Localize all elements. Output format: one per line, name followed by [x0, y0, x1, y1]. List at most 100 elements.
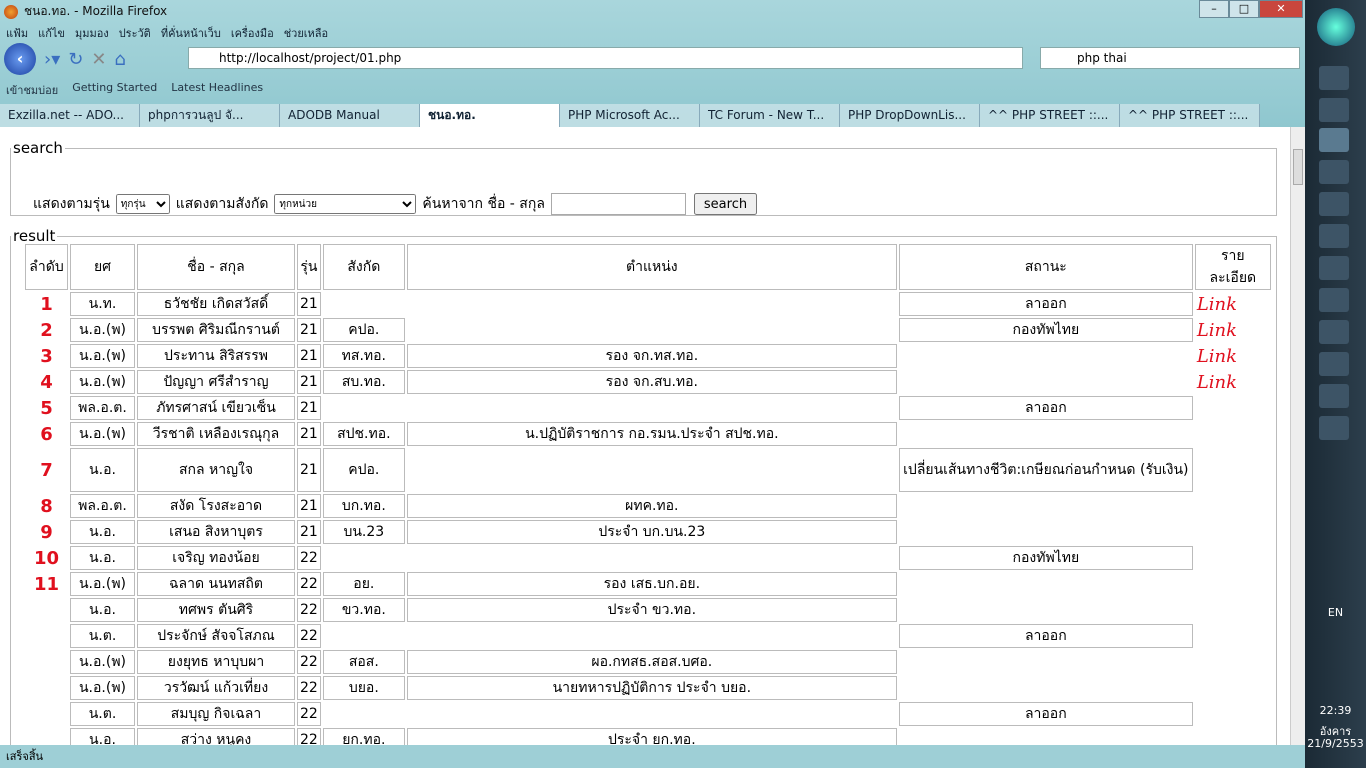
status-bar: เสร็จสิ้น: [0, 745, 1305, 768]
detail-link: [1195, 448, 1271, 492]
cell-cls: 21: [297, 318, 321, 342]
cell-cls: 21: [297, 448, 321, 492]
class-select[interactable]: ทุกรุ่น: [115, 194, 170, 214]
browser-tab[interactable]: ^^ PHP STREET ::...: [980, 104, 1120, 127]
menu-item[interactable]: เครื่องมือ: [231, 24, 274, 42]
reload-icon[interactable]: ↻: [68, 49, 83, 70]
cell-cls: 22: [297, 624, 321, 648]
bookmark-item[interactable]: เข้าชมบ่อย: [6, 81, 58, 99]
cell-unit: [323, 396, 405, 420]
cell-name: ฉลาด นนทสถิต: [137, 572, 295, 596]
cell-status: [899, 728, 1193, 745]
name-search-input[interactable]: [550, 193, 686, 215]
app-icon[interactable]: [1319, 416, 1349, 440]
cell-pos: รอง จก.ทส.ทอ.: [406, 344, 897, 368]
cell-rank: น.อ.(พ): [70, 370, 135, 394]
language-indicator[interactable]: EN: [1305, 606, 1366, 619]
detail-link[interactable]: Link: [1195, 344, 1271, 368]
detail-link: [1195, 546, 1271, 570]
cell-rank: น.อ.(พ): [70, 676, 135, 700]
detail-link: [1195, 624, 1271, 648]
app-icon[interactable]: [1319, 384, 1349, 408]
browser-tab[interactable]: PHP DropDownLis...: [840, 104, 980, 127]
close-button[interactable]: ✕: [1259, 0, 1303, 18]
table-row: 4 น.อ.(พ) ปัญญา ศรีสำราญ 21 สบ.ทอ. รอง จก.สบ.…: [25, 370, 1271, 394]
menu-item[interactable]: ช่วยเหลือ: [284, 24, 328, 42]
browser-tab[interactable]: ^^ PHP STREET ::...: [1120, 104, 1260, 127]
column-header: ชื่อ - สกุล: [137, 244, 295, 290]
unit-filter-label: แสดงตามสังกัด: [175, 196, 269, 212]
stop-icon[interactable]: ✕: [91, 49, 106, 70]
vertical-scrollbar[interactable]: [1290, 127, 1305, 745]
app-icon[interactable]: [1319, 192, 1349, 216]
search-engine-input[interactable]: php thai: [1040, 47, 1300, 69]
cell-status: [899, 344, 1193, 368]
cell-cls: 22: [297, 598, 321, 622]
detail-link: [1195, 650, 1271, 674]
cell-cls: 21: [297, 292, 321, 316]
search-button[interactable]: search: [693, 193, 758, 215]
cell-cls: 21: [297, 422, 321, 446]
menu-item[interactable]: ที่คั่นหน้าเว็บ: [161, 24, 221, 42]
browser-tab[interactable]: PHP Microsoft Ac...: [560, 104, 700, 127]
cell-name: สว่าง หนูคง: [137, 728, 295, 745]
cell-status: [899, 494, 1193, 518]
browser-tab[interactable]: Exzilla.net -- ADO...: [0, 104, 140, 127]
cell-status: [899, 650, 1193, 674]
bookmark-item[interactable]: Latest Headlines: [171, 81, 263, 99]
table-header: ลำดับ ยศ ชื่อ - สกุล รุ่น สังกัด ตำแหน่ง สถานะ…: [25, 244, 1271, 290]
maximize-button[interactable]: □: [1229, 0, 1259, 18]
column-header: ยศ: [70, 244, 135, 290]
menu-item[interactable]: มุมมอง: [75, 24, 109, 42]
scrollbar-thumb[interactable]: [1293, 149, 1303, 185]
cell-no: 3: [40, 345, 53, 367]
app-icon[interactable]: [1319, 320, 1349, 344]
table-row: 10 น.อ. เจริญ ทองน้อย 22 กองทัพไทย: [25, 546, 1271, 570]
start-button[interactable]: [1317, 8, 1355, 46]
cell-name: ทศพร ตันศิริ: [137, 598, 295, 622]
browser-tab[interactable]: phpการวนลูป จั...: [140, 104, 280, 127]
back-button[interactable]: ‹: [4, 43, 36, 75]
url-bar[interactable]: http://localhost/project/01.php: [188, 47, 1023, 69]
browser-tab[interactable]: ADODB Manual: [280, 104, 420, 127]
chrome-icon[interactable]: [1319, 160, 1349, 184]
cell-pos: [407, 318, 897, 342]
cell-unit: [323, 546, 405, 570]
menu-item[interactable]: แก้ไข: [38, 24, 65, 42]
unit-select[interactable]: ทุกหน่วย: [274, 194, 417, 214]
menu-item[interactable]: ประวัติ: [119, 24, 151, 42]
home-icon[interactable]: ⌂: [114, 49, 125, 70]
forward-button[interactable]: ›▾: [44, 49, 60, 70]
cell-status: ลาออก: [898, 292, 1193, 316]
table-row: 8 พล.อ.ต. สงัด โรงสะอาด 21 บก.ทอ. ผทค.ทอ.: [25, 494, 1271, 518]
app-icon[interactable]: [1319, 352, 1349, 376]
cell-no: 7: [40, 459, 53, 481]
cell-status: [899, 676, 1193, 700]
browser-tab[interactable]: ชนอ.ทอ.: [420, 104, 560, 127]
clock-time[interactable]: 22:39: [1305, 704, 1366, 717]
column-header: สังกัด: [322, 244, 405, 290]
table-row: 3 น.อ.(พ) ประทาน สิริสรรพ 21 ทส.ทอ. รอง จก.ทส…: [25, 344, 1271, 368]
minimize-button[interactable]: –: [1199, 0, 1229, 18]
cell-no: 4: [40, 371, 53, 393]
cell-pos: รอง เสธ.บก.อย.: [406, 572, 897, 596]
detail-link: [1195, 598, 1271, 622]
app-icon[interactable]: [1319, 224, 1349, 248]
cell-rank: น.อ.(พ): [70, 422, 135, 446]
explorer-icon[interactable]: [1319, 66, 1349, 90]
cell-cls: 21: [297, 344, 321, 368]
firefox-task-icon[interactable]: [1319, 128, 1349, 152]
ie-icon[interactable]: [1319, 98, 1349, 122]
cell-pos: [407, 546, 897, 570]
app-icon[interactable]: [1319, 256, 1349, 280]
detail-link[interactable]: Link: [1195, 318, 1271, 342]
menu-item[interactable]: แฟ้ม: [6, 24, 28, 42]
cell-status: [899, 520, 1193, 544]
app-icon[interactable]: [1319, 288, 1349, 312]
browser-tab[interactable]: TC Forum - New T...: [700, 104, 840, 127]
detail-link[interactable]: Link: [1195, 292, 1271, 316]
cell-unit: สบ.ทอ.: [322, 370, 405, 394]
bookmark-item[interactable]: Getting Started: [72, 81, 157, 99]
cell-unit: สปช.ทอ.: [322, 422, 405, 446]
detail-link[interactable]: Link: [1195, 370, 1271, 394]
